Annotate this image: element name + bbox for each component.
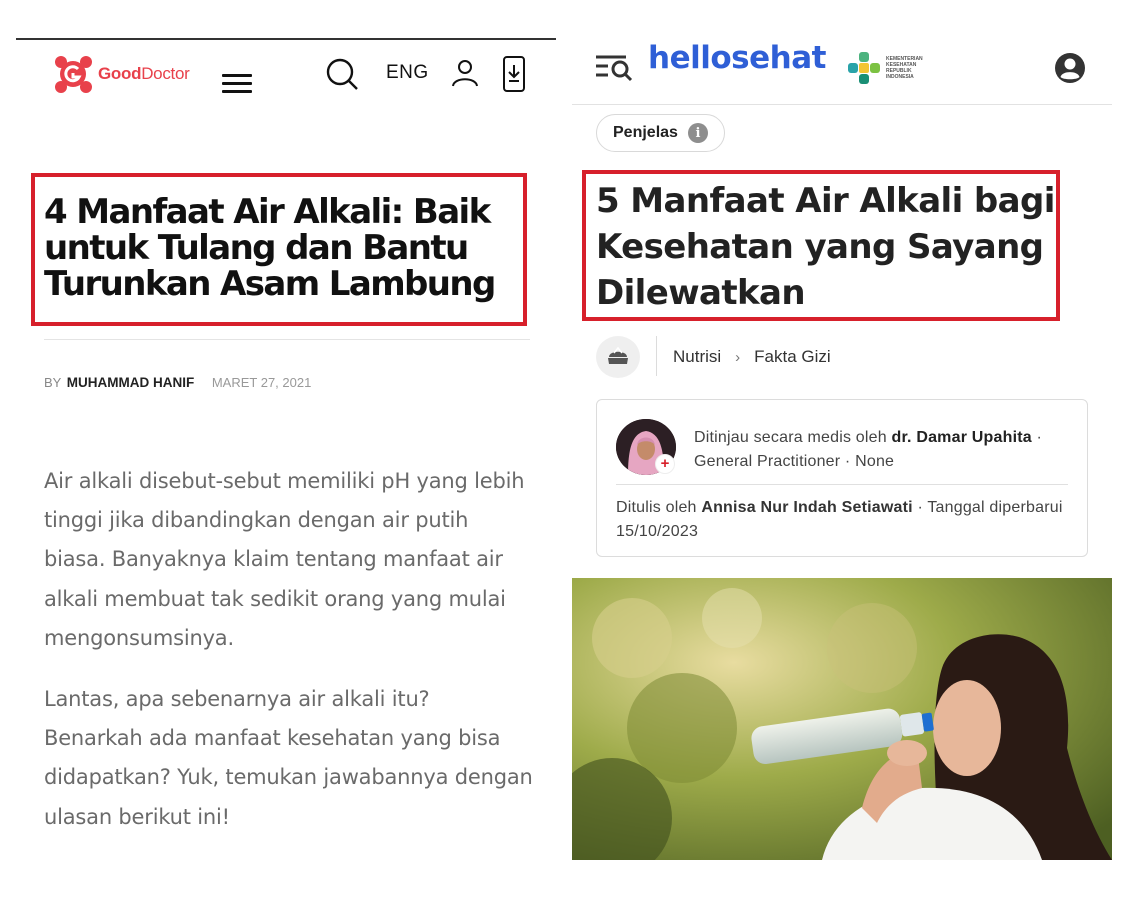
logo-text: GoodDoctor	[98, 64, 190, 83]
paragraph: Lantas, apa sebenarnya air alkali itu? B…	[44, 687, 533, 829]
header-divider	[572, 104, 1112, 105]
kemenkes-icon	[848, 52, 880, 84]
publish-date: MARET 27, 2021	[211, 375, 312, 390]
divider	[44, 339, 530, 340]
info-icon[interactable]: i	[687, 123, 708, 143]
menu-search-icon[interactable]	[594, 52, 634, 82]
author-card: + Ditinjau secara medis oleh dr. Damar U…	[596, 399, 1088, 557]
article-title: 4 Manfaat Air Alkali: Baik untuk Tulang …	[44, 192, 496, 304]
gooddoctor-logo-icon	[55, 56, 92, 93]
gooddoctor-screenshot: GoodDoctor ENG 4 Manfaat Air Alkali: Bai…	[0, 0, 560, 924]
chevron-right-icon: ›	[735, 348, 741, 366]
gooddoctor-logo[interactable]: GoodDoctor	[50, 52, 190, 96]
kemenkes-logo: KEMENTERIAN KESEHATAN REPUBLIK INDONESIA	[846, 50, 936, 86]
account-icon[interactable]	[1054, 52, 1086, 84]
breadcrumb-item[interactable]: Fakta Gizi	[754, 347, 831, 367]
top-border	[16, 38, 556, 40]
hero-image	[572, 578, 1112, 860]
category-icon[interactable]	[596, 336, 640, 378]
kemenkes-label: KEMENTERIAN KESEHATAN REPUBLIK INDONESIA	[886, 56, 923, 80]
breadcrumb: Nutrisi › Fakta Gizi	[673, 347, 831, 367]
article-title: 5 Manfaat Air Alkali bagi Kesehatan yang…	[596, 181, 1055, 313]
bowl-icon	[608, 346, 628, 364]
medical-badge-icon: +	[655, 454, 675, 474]
user-icon[interactable]	[450, 58, 480, 88]
writer-info: Ditulis oleh Annisa Nur Indah Setiawati …	[616, 499, 1063, 540]
language-toggle[interactable]: ENG	[386, 62, 429, 84]
card-divider	[616, 484, 1068, 485]
woman-drinking-water-photo	[572, 578, 1112, 860]
reviewer-name[interactable]: dr. Damar Upahita	[892, 429, 1032, 446]
author-link[interactable]: MUHAMMAD HANIF	[67, 375, 194, 390]
download-app-icon[interactable]	[502, 56, 526, 92]
pill-label: Penjelas	[613, 124, 678, 141]
hellosehat-screenshot: hellosehat KEMENTERIAN KESEHATAN REPUBLI…	[572, 0, 1112, 924]
paragraph: Air alkali disebut-sebut memiliki pH yan…	[44, 469, 525, 650]
hamburger-menu-icon[interactable]	[222, 74, 252, 94]
reviewer-info: Ditinjau secara medis oleh dr. Damar Upa…	[694, 429, 1043, 470]
breadcrumb-item[interactable]: Nutrisi	[673, 347, 721, 367]
writer-name[interactable]: Annisa Nur Indah Setiawati	[701, 499, 912, 516]
breadcrumb-separator	[656, 336, 657, 376]
hellosehat-logo[interactable]: hellosehat	[648, 40, 826, 76]
category-pill[interactable]: Penjelas i	[596, 114, 725, 152]
byline: BY MUHAMMAD HANIF MARET 27, 2021	[44, 375, 311, 390]
article-body: Air alkali disebut-sebut memiliki pH yan…	[44, 462, 534, 859]
by-label: BY	[44, 375, 62, 390]
search-icon[interactable]	[324, 56, 360, 92]
